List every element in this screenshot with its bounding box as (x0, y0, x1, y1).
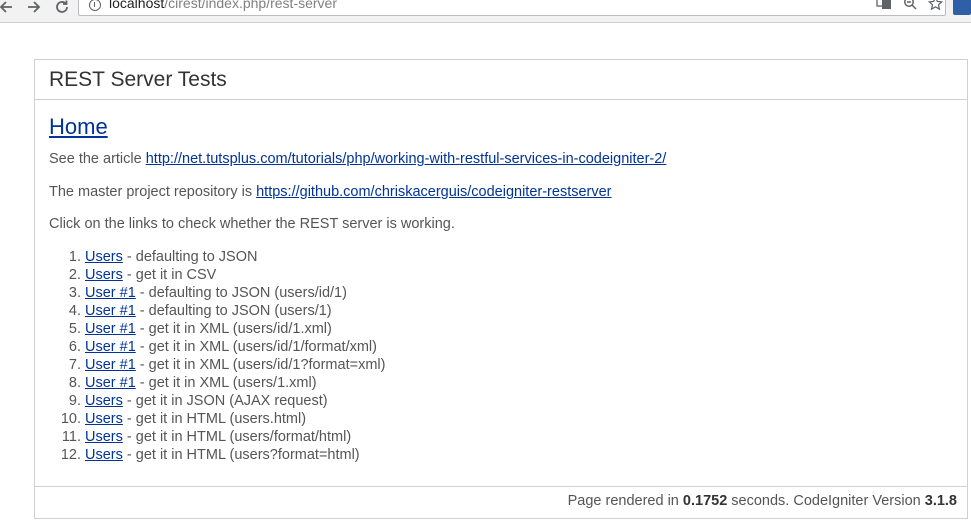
address-bar[interactable]: localhost/cirest/index.php/rest-server (78, 0, 946, 16)
bookmark-star-icon[interactable] (926, 0, 944, 11)
test-link[interactable]: User #1 (85, 339, 136, 355)
test-description: - get it in HTML (users?format=html) (122, 447, 360, 463)
list-item: User #1 - get it in XML (users/id/1/form… (85, 338, 953, 356)
info-icon[interactable] (89, 0, 101, 11)
url-path: /cirest/index.php/rest-server (164, 0, 337, 11)
test-description: - get it in XML (users/1.xml) (135, 375, 317, 391)
tests-list: Users - defaulting to JSON Users - get i… (49, 248, 953, 464)
test-link[interactable]: User #1 (85, 375, 136, 391)
test-link[interactable]: Users (85, 429, 123, 445)
list-item: Users - defaulting to JSON (85, 248, 953, 266)
test-link[interactable]: Users (85, 393, 123, 409)
footer-prefix: Page rendered in (567, 493, 683, 509)
list-item: User #1 - defaulting to JSON (users/1) (85, 302, 953, 320)
render-time: 0.1752 (682, 493, 728, 509)
page-title: REST Server Tests (49, 68, 227, 91)
browser-toolbar: localhost/cirest/index.php/rest-server (0, 0, 971, 23)
list-item: User #1 - get it in XML (users/1.xml) (85, 374, 953, 392)
test-link[interactable]: User #1 (85, 321, 136, 337)
test-description: - get it in HTML (users.html) (122, 411, 307, 427)
test-description: - get it in XML (users/id/1.xml) (135, 321, 332, 337)
panel-header: REST Server Tests (35, 60, 967, 100)
list-item: Users - get it in JSON (AJAX request) (85, 392, 953, 410)
test-description: - get it in JSON (AJAX request) (122, 393, 328, 409)
zoom-icon[interactable] (901, 0, 919, 11)
list-item: User #1 - get it in XML (users/id/1?form… (85, 356, 953, 374)
test-description: - defaulting to JSON (users/id/1) (135, 285, 347, 301)
ci-version: 3.1.8 (924, 493, 957, 509)
test-description: - defaulting to JSON (users/1) (135, 303, 332, 319)
list-item: User #1 - defaulting to JSON (users/id/1… (85, 284, 953, 302)
article-paragraph: See the article http://net.tutsplus.com/… (49, 150, 953, 168)
list-item: User #1 - get it in XML (users/id/1.xml) (85, 320, 953, 338)
test-link[interactable]: User #1 (85, 285, 136, 301)
test-link[interactable]: Users (85, 267, 123, 283)
test-description: - defaulting to JSON (122, 249, 258, 265)
repo-prefix: The master project repository is (49, 184, 257, 200)
article-link[interactable]: http://net.tutsplus.com/tutorials/php/wo… (146, 151, 667, 167)
article-prefix: See the article (49, 151, 146, 167)
list-item: Users - get it in HTML (users.html) (85, 410, 953, 428)
test-link[interactable]: User #1 (85, 303, 136, 319)
forward-arrow-icon[interactable] (24, 0, 44, 17)
test-description: - get it in HTML (users/format/html) (122, 429, 352, 445)
url-text[interactable]: localhost/cirest/index.php/rest-server (109, 0, 337, 11)
container: REST Server Tests Home See the article h… (34, 59, 968, 519)
home-link[interactable]: Home (49, 114, 108, 140)
translate-icon[interactable] (875, 0, 893, 11)
list-item: Users - get it in HTML (users/format/htm… (85, 428, 953, 446)
footer-middle: seconds. CodeIgniter Version (727, 493, 925, 509)
repo-paragraph: The master project repository is https:/… (49, 183, 953, 201)
extension-icon[interactable] (953, 0, 971, 15)
reload-icon[interactable] (52, 0, 72, 17)
test-link[interactable]: User #1 (85, 357, 136, 373)
panel-body: Home See the article http://net.tutsplus… (35, 100, 967, 464)
test-link[interactable]: Users (85, 447, 123, 463)
test-link[interactable]: Users (85, 411, 123, 427)
url-host: localhost (109, 0, 165, 11)
list-item: Users - get it in CSV (85, 266, 953, 284)
instructions-text: Click on the links to check whether the … (49, 216, 455, 232)
test-description: - get it in XML (users/id/1?format=xml) (135, 357, 386, 373)
page-footer: Page rendered in 0.1752 seconds. CodeIgn… (35, 486, 967, 520)
repo-link[interactable]: https://github.com/chriskacerguis/codeig… (256, 184, 611, 200)
list-item: Users - get it in HTML (users?format=htm… (85, 446, 953, 464)
test-link[interactable]: Users (85, 249, 123, 265)
back-arrow-icon[interactable] (0, 0, 16, 17)
test-description: - get it in CSV (122, 267, 217, 283)
test-description: - get it in XML (users/id/1/format/xml) (135, 339, 377, 355)
